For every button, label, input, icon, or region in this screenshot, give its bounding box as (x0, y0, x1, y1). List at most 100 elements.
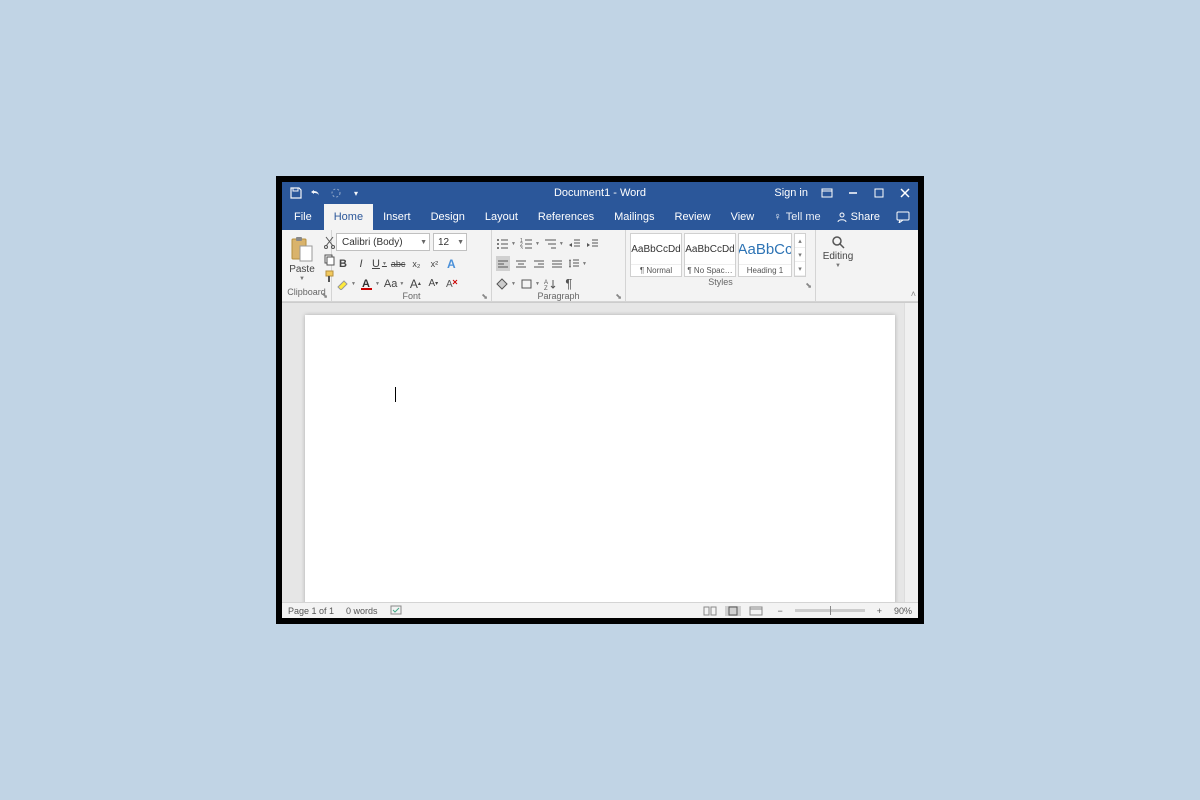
style-no-spacing[interactable]: AaBbCcDd ¶ No Spac… (684, 233, 736, 277)
subscript-button[interactable]: x₂ (409, 256, 423, 271)
page-count[interactable]: Page 1 of 1 (288, 606, 334, 616)
grow-font-button[interactable]: A▴ (408, 276, 422, 291)
justify-icon[interactable] (550, 256, 564, 271)
paste-icon (288, 235, 316, 263)
read-mode-icon[interactable] (701, 606, 719, 616)
tab-home[interactable]: Home (324, 204, 373, 230)
sign-in-link[interactable]: Sign in (774, 187, 808, 199)
print-layout-icon[interactable] (725, 606, 741, 616)
styles-scroll-up-icon[interactable]: ▴ (795, 234, 805, 248)
style-heading-1[interactable]: AaBbCc Heading 1 (738, 233, 792, 277)
clear-formatting-icon[interactable]: A (444, 276, 458, 291)
share-label: Share (851, 211, 880, 223)
tell-me-search[interactable]: ♀ Tell me (766, 204, 829, 230)
clipboard-launcher-icon[interactable]: ⬊ (321, 291, 328, 300)
styles-scroll-down-icon[interactable]: ▾ (795, 248, 805, 262)
group-clipboard: Paste ▼ Clipboard⬊ (282, 230, 332, 301)
text-cursor (395, 387, 396, 402)
group-paragraph: 123 AZ ¶ Par (492, 230, 626, 301)
style-normal[interactable]: AaBbCcDd ¶ Normal (630, 233, 682, 277)
share-button[interactable]: Share (829, 204, 888, 230)
comments-icon[interactable] (888, 204, 918, 230)
styles-gallery-scroll: ▴ ▾ ▾ (794, 233, 806, 277)
change-case-button[interactable]: Aa (384, 276, 404, 291)
tab-design[interactable]: Design (421, 204, 475, 230)
highlight-icon[interactable] (336, 276, 356, 291)
strikethrough-button[interactable]: abc (391, 256, 406, 271)
maximize-icon[interactable] (872, 186, 886, 200)
paragraph-launcher-icon[interactable]: ⬊ (615, 292, 622, 301)
styles-launcher-icon[interactable]: ⬊ (805, 281, 812, 290)
document-page[interactable] (305, 315, 895, 602)
svg-text:A: A (447, 257, 456, 270)
italic-button[interactable]: I (354, 256, 368, 271)
collapse-ribbon-icon[interactable]: ˄ (911, 289, 916, 299)
undo-icon[interactable] (310, 187, 322, 199)
superscript-button[interactable]: x² (427, 256, 441, 271)
styles-expand-icon[interactable]: ▾ (795, 262, 805, 276)
group-font: Calibri (Body)▼ 12▼ B I U abc x₂ x² A A … (332, 230, 492, 301)
sort-icon[interactable]: AZ (544, 276, 558, 291)
ribbon-display-icon[interactable] (820, 186, 834, 200)
redo-icon[interactable] (330, 187, 342, 199)
spellcheck-icon[interactable] (390, 605, 404, 616)
tab-references[interactable]: References (528, 204, 604, 230)
multilevel-list-icon[interactable] (544, 236, 564, 251)
font-color-icon[interactable]: A (360, 276, 380, 291)
paste-button[interactable]: Paste ▼ (286, 233, 318, 282)
tab-file[interactable]: File (282, 204, 324, 230)
document-area (282, 302, 918, 602)
close-icon[interactable] (898, 186, 912, 200)
borders-icon[interactable] (520, 276, 540, 291)
align-left-icon[interactable] (496, 256, 510, 271)
web-layout-icon[interactable] (747, 606, 765, 616)
align-center-icon[interactable] (514, 256, 528, 271)
line-spacing-icon[interactable] (568, 256, 587, 271)
statusbar: Page 1 of 1 0 words − + 90% (282, 602, 918, 618)
svg-text:Z: Z (544, 286, 548, 290)
lightbulb-icon: ♀ (774, 211, 782, 223)
bullets-icon[interactable] (496, 236, 516, 251)
save-icon[interactable] (290, 187, 302, 199)
vertical-scrollbar[interactable] (904, 303, 918, 602)
font-size-combo[interactable]: 12▼ (433, 233, 467, 251)
find-icon (830, 234, 846, 250)
tab-mailings[interactable]: Mailings (604, 204, 664, 230)
paragraph-group-label: Paragraph (537, 291, 579, 301)
bold-button[interactable]: B (336, 256, 350, 271)
font-name-combo[interactable]: Calibri (Body)▼ (336, 233, 430, 251)
paste-label: Paste (289, 264, 315, 275)
minimize-icon[interactable] (846, 186, 860, 200)
tell-me-label: Tell me (786, 211, 821, 223)
tab-review[interactable]: Review (665, 204, 721, 230)
tab-layout[interactable]: Layout (475, 204, 528, 230)
font-group-label: Font (402, 291, 420, 301)
tab-view[interactable]: View (721, 204, 765, 230)
editing-button[interactable]: Editing ▼ (816, 230, 860, 269)
shading-icon[interactable] (496, 276, 516, 291)
svg-text:A: A (446, 279, 453, 290)
decrease-indent-icon[interactable] (568, 236, 582, 251)
font-launcher-icon[interactable]: ⬊ (481, 292, 488, 301)
zoom-out-icon[interactable]: − (777, 606, 782, 616)
word-count[interactable]: 0 words (346, 606, 378, 616)
styles-group-label: Styles (708, 277, 733, 287)
text-effects-icon[interactable]: A (445, 256, 459, 271)
qat-customize-icon[interactable]: ▾ (350, 187, 362, 199)
show-marks-icon[interactable]: ¶ (562, 276, 576, 291)
outer-frame: ▾ Document1 - Word Sign in File Home Ins… (276, 176, 924, 624)
zoom-level[interactable]: 90% (894, 606, 912, 616)
align-right-icon[interactable] (532, 256, 546, 271)
quick-access-toolbar: ▾ (282, 187, 362, 199)
increase-indent-icon[interactable] (586, 236, 600, 251)
titlebar: ▾ Document1 - Word Sign in (282, 182, 918, 204)
tab-insert[interactable]: Insert (373, 204, 421, 230)
clipboard-group-label: Clipboard (287, 287, 326, 297)
ribbon: Paste ▼ Clipboard⬊ Calibri (Body)▼ 12▼ (282, 230, 918, 302)
zoom-slider[interactable] (795, 609, 865, 612)
underline-button[interactable]: U (372, 256, 387, 271)
zoom-in-icon[interactable]: + (877, 606, 882, 616)
group-editing: Editing ▼ (816, 230, 860, 301)
numbering-icon[interactable]: 123 (520, 236, 540, 251)
shrink-font-button[interactable]: A▾ (426, 276, 440, 291)
